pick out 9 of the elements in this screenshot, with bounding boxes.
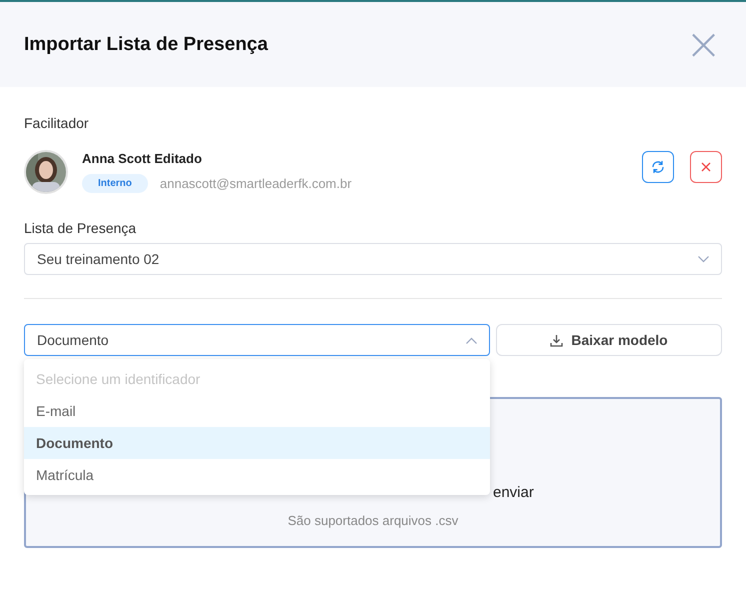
dialog-title: Importar Lista de Presença (24, 34, 268, 56)
role-badge: Interno (82, 174, 148, 193)
field-label: Lista de Presença (24, 220, 138, 236)
field-label: Facilitador (24, 115, 90, 131)
upload-hint: São suportados arquivos .csv (288, 513, 458, 528)
facilitator-name: Anna Scott Editado (82, 151, 203, 166)
dropdown-prompt: Selecione um identificador (35, 370, 202, 389)
facilitator-email: annascott@smartleaderfk.com.br (160, 176, 352, 191)
upload-text: enviar (493, 484, 534, 501)
